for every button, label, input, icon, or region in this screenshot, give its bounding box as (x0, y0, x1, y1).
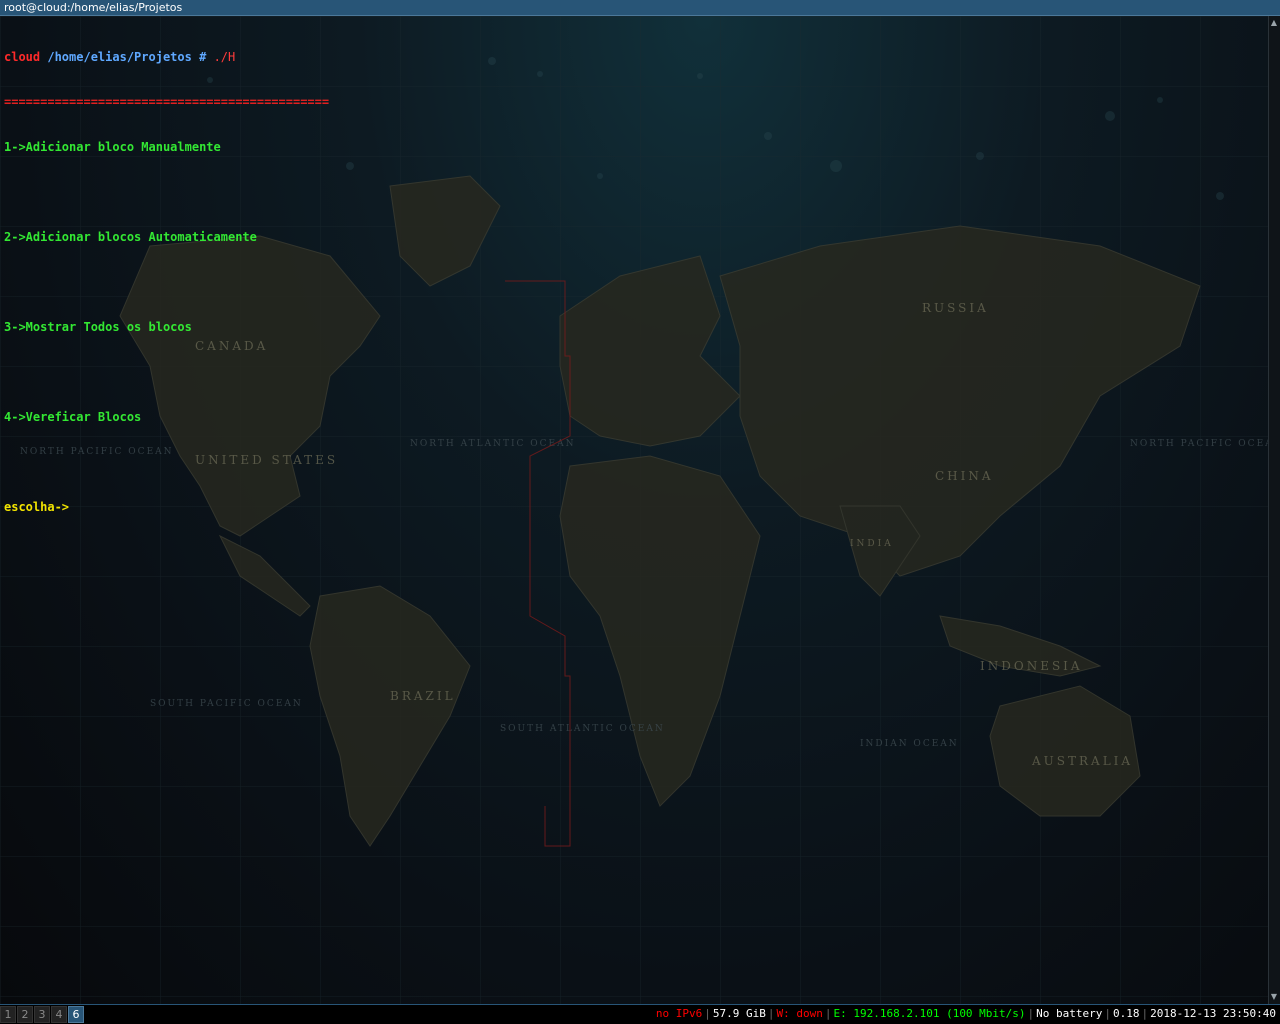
status-blocks: no IPv6 | 57.9 GiB | W: down | E: 192.168.2.10… (655, 1007, 1276, 1020)
status-load: 0.18 (1113, 1007, 1140, 1020)
status-battery: No battery (1036, 1007, 1103, 1020)
workspace-button-3[interactable]: 3 (34, 1006, 50, 1023)
map-label-indonesia: INDONESIA (980, 659, 1083, 673)
map-label-north-atlantic: NORTH ATLANTIC OCEAN (410, 439, 575, 449)
map-label-indian-ocean: INDIAN OCEAN (860, 739, 959, 749)
status-bar: 1 2 3 4 6 no IPv6 | 57.9 GiB | W: down | E: 19… (0, 1004, 1280, 1024)
terminal-output[interactable]: cloud /home/elias/Projetos # ./H =======… (4, 20, 329, 545)
terminal-scrollbar[interactable]: ▲ ▼ (1268, 16, 1280, 1004)
map-label-south-atlantic: SOUTH ATLANTIC OCEAN (500, 724, 665, 734)
separator-rule: ========================================… (4, 95, 330, 109)
map-label-north-pacific-right: NORTH PACIFIC OCEAN (1130, 439, 1280, 449)
workspace-switcher: 1 2 3 4 6 (0, 1006, 84, 1023)
shell-prompt-line: cloud /home/elias/Projetos # ./H (4, 50, 329, 65)
scroll-down-icon[interactable]: ▼ (1269, 992, 1279, 1002)
menu-option-4: 4->Vereficar Blocos (4, 410, 142, 424)
status-ipv6: no IPv6 (655, 1007, 703, 1020)
window-titlebar[interactable]: root@cloud:/home/elias/Projetos (0, 0, 1280, 16)
status-ethernet: E: 192.168.2.101 (100 Mbit/s) (833, 1007, 1026, 1020)
status-datetime: 2018-12-13 23:50:40 (1150, 1007, 1276, 1020)
prompt-symbol: # (199, 50, 207, 64)
workspace-button-2[interactable]: 2 (17, 1006, 33, 1023)
prompt-path: /home/elias/Projetos (47, 50, 192, 64)
window-title: root@cloud:/home/elias/Projetos (4, 1, 183, 14)
terminal-window[interactable]: CANADA UNITED STATES RUSSIA CHINA BRAZIL… (0, 16, 1280, 1004)
menu-option-1: 1->Adicionar bloco Manualmente (4, 140, 221, 154)
map-label-brazil: BRAZIL (390, 689, 456, 703)
typed-command: ./H (213, 50, 236, 64)
scroll-up-icon[interactable]: ▲ (1269, 18, 1279, 28)
status-disk: 57.9 GiB (712, 1007, 766, 1020)
input-prompt[interactable]: escolha-> (4, 500, 329, 515)
prompt-host: cloud (4, 50, 41, 64)
map-label-south-pacific: SOUTH PACIFIC OCEAN (150, 699, 303, 709)
map-label-russia: RUSSIA (922, 301, 989, 315)
map-label-china: CHINA (935, 469, 994, 483)
workspace-button-6[interactable]: 6 (68, 1006, 84, 1023)
status-wireless: W: down (776, 1007, 823, 1020)
map-label-australia: AUSTRALIA (1031, 754, 1133, 768)
workspace-button-1[interactable]: 1 (0, 1006, 16, 1023)
map-label-india: INDIA (850, 539, 894, 549)
menu-option-2: 2->Adicionar blocos Automaticamente (4, 230, 257, 244)
workspace-button-4[interactable]: 4 (51, 1006, 67, 1023)
menu-option-3: 3->Mostrar Todos os blocos (4, 320, 192, 334)
